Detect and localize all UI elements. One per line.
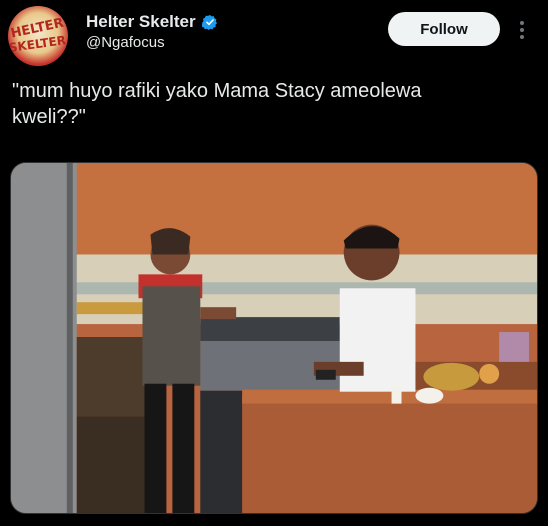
avatar-logo-image: HELTER SKELTER <box>8 16 67 55</box>
more-vertical-icon[interactable] <box>516 18 528 42</box>
follow-button[interactable]: Follow <box>388 12 500 46</box>
tweet-photo[interactable] <box>10 162 538 514</box>
author-info: Helter Skelter @Ngafocus <box>86 12 218 51</box>
user-handle[interactable]: @Ngafocus <box>86 34 218 51</box>
tweet-text: "mum huyo rafiki yako Mama Stacy ameolew… <box>12 80 422 128</box>
name-row: Helter Skelter <box>86 12 218 32</box>
verified-badge-icon <box>201 15 217 30</box>
kitchen-photo <box>11 163 537 513</box>
tweet-header: HELTER SKELTER Helter Skelter @Ngafocus … <box>0 0 548 70</box>
avatar[interactable]: HELTER SKELTER <box>8 6 68 66</box>
display-name[interactable]: Helter Skelter <box>86 12 196 32</box>
